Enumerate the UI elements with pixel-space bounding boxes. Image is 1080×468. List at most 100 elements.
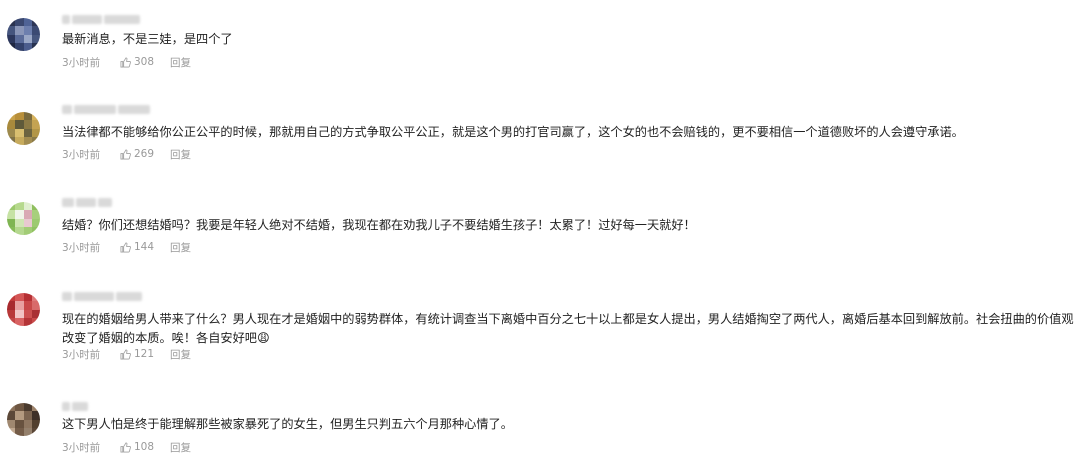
avatar-pixel: [7, 427, 16, 436]
avatar-pixel: [23, 317, 32, 326]
reply-button[interactable]: 回复: [170, 240, 191, 255]
reply-button[interactable]: 回复: [170, 147, 191, 162]
comment-text-body: 现在的婚姻给男人带来了什么？男人现在才是婚姻中的弱势群体，有统计调查当下离婚中百…: [62, 312, 1074, 345]
avatar-pixel: [23, 18, 32, 27]
avatar-pixel: [23, 42, 32, 51]
reply-button[interactable]: 回复: [170, 55, 191, 70]
avatar-mosaic: [7, 18, 40, 51]
avatar-pixel: [7, 411, 16, 420]
avatar-pixel: [31, 128, 40, 137]
thumbs-up-icon: [120, 442, 131, 452]
avatar-pixel: [7, 202, 16, 211]
comment-text: 当法律都不能够给你公正公平的时候，那就用自己的方式争取公平公正，就是这个男的打官…: [62, 125, 964, 139]
avatar[interactable]: [7, 202, 40, 235]
avatar-pixel: [15, 120, 24, 129]
avatar[interactable]: [7, 112, 40, 145]
avatar-pixel: [31, 202, 40, 211]
avatar-pixel: [7, 419, 16, 428]
like-count: 121: [134, 348, 155, 360]
comment-text: 结婚？你们还想结婚吗？我要是年轻人绝对不结婚，我现在都在劝我儿子不要结婚生孩子！…: [62, 218, 696, 232]
like-button[interactable]: 308: [120, 56, 170, 68]
avatar-pixel: [31, 226, 40, 235]
avatar-pixel: [23, 120, 32, 129]
like-button[interactable]: 108: [120, 441, 170, 453]
username-blurred[interactable]: [62, 401, 88, 411]
avatar-pixel: [23, 128, 32, 137]
avatar-pixel: [31, 411, 40, 420]
avatar-pixel: [23, 26, 32, 35]
avatar-pixel: [23, 112, 32, 121]
avatar-pixel: [23, 419, 32, 428]
avatar-pixel: [23, 293, 32, 302]
avatar-pixel: [15, 403, 24, 412]
like-count: 108: [134, 441, 155, 453]
reply-button[interactable]: 回复: [170, 440, 191, 455]
avatar-pixel: [15, 202, 24, 211]
avatar-pixel: [7, 42, 16, 51]
avatar-pixel: [23, 301, 32, 310]
avatar-pixel: [7, 34, 16, 43]
comment-text: 最新消息，不是三娃，是四个了: [62, 32, 233, 46]
avatar-pixel: [7, 18, 16, 27]
comment-meta: 3小时前 269 回复: [62, 147, 191, 161]
avatar[interactable]: [7, 18, 40, 51]
avatar-pixel: [23, 210, 32, 219]
username-blurred[interactable]: [62, 14, 140, 24]
like-count: 269: [134, 148, 155, 160]
avatar-pixel: [31, 218, 40, 227]
avatar-pixel: [15, 136, 24, 145]
avatar-pixel: [7, 317, 16, 326]
avatar-pixel: [31, 419, 40, 428]
avatar[interactable]: [7, 403, 40, 436]
avatar-pixel: [31, 301, 40, 310]
avatar-pixel: [23, 309, 32, 318]
comment-meta: 3小时前 144 回复: [62, 240, 191, 254]
avatar-pixel: [7, 301, 16, 310]
like-count: 308: [134, 56, 155, 68]
avatar-pixel: [15, 301, 24, 310]
like-button[interactable]: 144: [120, 241, 170, 253]
avatar-pixel: [15, 411, 24, 420]
avatar-pixel: [7, 309, 16, 318]
avatar-pixel: [15, 112, 24, 121]
thumbs-up-icon: [120, 149, 131, 159]
avatar-pixel: [15, 317, 24, 326]
thumbs-up-icon: [120, 57, 131, 67]
avatar-pixel: [15, 419, 24, 428]
avatar-pixel: [7, 26, 16, 35]
avatar-pixel: [7, 112, 16, 121]
avatar-pixel: [23, 411, 32, 420]
avatar-pixel: [7, 403, 16, 412]
avatar-pixel: [7, 128, 16, 137]
avatar-pixel: [15, 210, 24, 219]
avatar-pixel: [15, 218, 24, 227]
avatar[interactable]: [7, 293, 40, 326]
avatar-pixel: [31, 26, 40, 35]
avatar-pixel: [7, 218, 16, 227]
avatar-pixel: [31, 210, 40, 219]
avatar-pixel: [23, 218, 32, 227]
comment-text: 这下男人怕是终于能理解那些被家暴死了的女生，但男生只判五六个月那种心情了。: [62, 417, 513, 431]
avatar-pixel: [23, 226, 32, 235]
thumbs-up-icon: [120, 349, 131, 359]
avatar-pixel: [23, 202, 32, 211]
avatar-pixel: [31, 317, 40, 326]
username-blurred[interactable]: [62, 197, 112, 207]
like-button[interactable]: 269: [120, 148, 170, 160]
avatar-pixel: [23, 427, 32, 436]
avatar-mosaic: [7, 202, 40, 235]
like-count: 144: [134, 241, 155, 253]
avatar-pixel: [31, 18, 40, 27]
avatar-pixel: [7, 136, 16, 145]
avatar-pixel: [31, 136, 40, 145]
thumbs-up-icon: [120, 242, 131, 252]
reply-button[interactable]: 回复: [170, 347, 191, 362]
like-button[interactable]: 121: [120, 348, 170, 360]
username-blurred[interactable]: [62, 291, 142, 301]
avatar-pixel: [15, 128, 24, 137]
avatar-pixel: [15, 226, 24, 235]
username-blurred[interactable]: [62, 104, 150, 114]
avatar-pixel: [31, 403, 40, 412]
avatar-pixel: [15, 427, 24, 436]
avatar-pixel: [31, 309, 40, 318]
